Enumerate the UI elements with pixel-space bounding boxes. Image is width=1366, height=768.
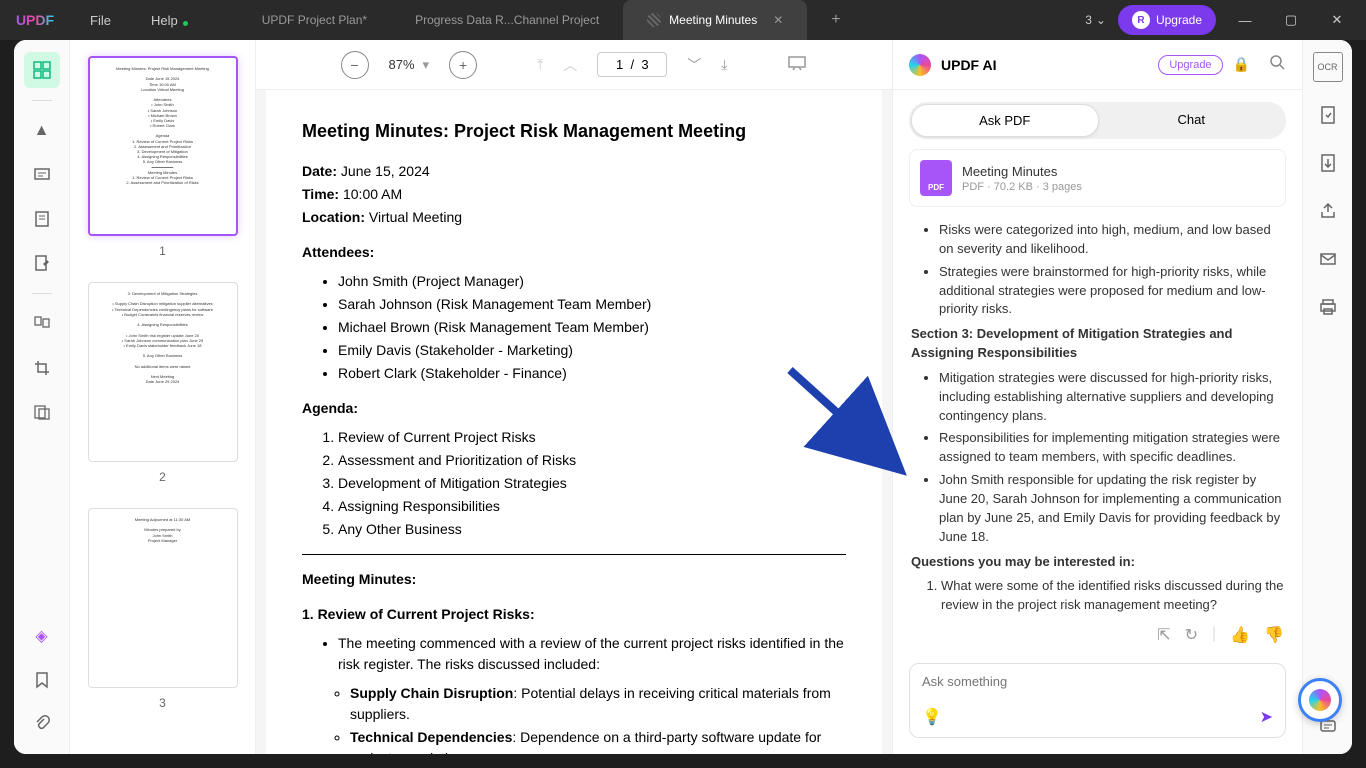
tab-icon [647, 13, 661, 27]
next-page-button[interactable]: ﹀ [687, 55, 701, 75]
menu-help[interactable]: Help [131, 13, 198, 28]
minimize-button[interactable]: — [1228, 3, 1262, 37]
document-area: − 87%▾ + ⤒ ︿ 1 / 3 ﹀ ⤓ Meeting Minutes: … [256, 40, 892, 754]
pdf-file-icon: PDF [920, 160, 952, 196]
workspace: ▲ ◈ Meeting Minutes: Project Risk Manage… [14, 40, 1352, 754]
attachment-icon[interactable] [24, 706, 60, 742]
thumb-number: 2 [80, 470, 245, 484]
document-content[interactable]: Meeting Minutes: Project Risk Management… [256, 90, 892, 754]
ocr-tool[interactable]: OCR [1313, 52, 1343, 82]
comment-tool[interactable] [24, 157, 60, 193]
menu-file[interactable]: File [70, 13, 131, 28]
thumbs-up-icon[interactable]: 👍 [1230, 625, 1250, 645]
close-tab-icon[interactable]: ✕ [773, 13, 783, 27]
page-1: Meeting Minutes: Project Risk Management… [266, 90, 882, 754]
presentation-button[interactable] [787, 55, 807, 74]
ai-response: Risks were categorized into high, medium… [893, 217, 1302, 615]
ai-fab-button[interactable] [1298, 678, 1342, 722]
share-tool[interactable] [1313, 196, 1343, 226]
send-button[interactable]: ➤ [1260, 707, 1273, 727]
layers-tool[interactable]: ◈ [24, 618, 60, 654]
thumbnail-3[interactable]: Meeting Adjourned at 11:30 AMMinutes pre… [80, 508, 245, 710]
email-tool[interactable] [1313, 244, 1343, 274]
lock-icon: 🔒 [1233, 56, 1250, 73]
thumb-number: 3 [80, 696, 245, 710]
zoom-out-button[interactable]: − [341, 51, 369, 79]
ai-logo-icon [909, 54, 931, 76]
ai-text-input[interactable] [922, 674, 1273, 689]
redact-tool[interactable] [24, 394, 60, 430]
chevron-down-icon: ⌄ [1096, 13, 1106, 27]
file-card: PDF Meeting Minutes PDF · 70.2 KB · 3 pa… [909, 149, 1286, 207]
ai-input-box: 💡 ➤ [909, 663, 1286, 738]
refresh-icon[interactable]: ↻ [1185, 625, 1198, 645]
document-tabs: UPDF Project Plan* Progress Data R...Cha… [238, 0, 1086, 40]
lightbulb-icon[interactable]: 💡 [922, 707, 942, 727]
bookmark-icon[interactable] [24, 662, 60, 698]
ai-upgrade-button[interactable]: Upgrade [1158, 55, 1222, 75]
ai-title: UPDF AI [941, 57, 1148, 73]
thumbnails-tool[interactable] [24, 52, 60, 88]
tab-ask-pdf[interactable]: Ask PDF [911, 104, 1099, 137]
thumbnail-1[interactable]: Meeting Minutes: Project Risk Management… [80, 56, 245, 258]
document-toolbar: − 87%▾ + ⤒ ︿ 1 / 3 ﹀ ⤓ [256, 40, 892, 90]
ai-panel: UPDF AI Upgrade 🔒 Ask PDF Chat PDF Meeti… [892, 40, 1302, 754]
crop-tool[interactable] [24, 350, 60, 386]
page-input[interactable]: 1 / 3 [597, 52, 667, 77]
suggested-question-1[interactable]: What were some of the identified risks d… [941, 577, 1284, 615]
tab-label: Meeting Minutes [669, 13, 757, 27]
organize-tool[interactable] [24, 306, 60, 342]
left-toolbar: ▲ ◈ [14, 40, 70, 754]
zoom-in-button[interactable]: + [449, 51, 477, 79]
edit-tool[interactable] [24, 245, 60, 281]
compress-tool[interactable] [1313, 148, 1343, 178]
thumbnail-panel: Meeting Minutes: Project Risk Management… [70, 40, 256, 754]
close-window-button[interactable]: ✕ [1320, 3, 1354, 37]
upgrade-button[interactable]: RUpgrade [1118, 5, 1216, 35]
doc-title: Meeting Minutes: Project Risk Management… [302, 118, 846, 145]
search-icon[interactable] [1268, 53, 1286, 76]
export-icon[interactable]: ⇱ [1157, 625, 1170, 645]
tab-meeting-minutes[interactable]: Meeting Minutes ✕ [623, 0, 807, 40]
first-page-button[interactable]: ⤒ [537, 56, 543, 73]
tab-project-plan[interactable]: UPDF Project Plan* [238, 0, 391, 40]
zoom-level[interactable]: 87%▾ [389, 57, 430, 73]
thumbnail-2[interactable]: 3. Development of Mitigation Strategies•… [80, 282, 245, 484]
file-meta: PDF · 70.2 KB · 3 pages [962, 181, 1082, 193]
tab-chat[interactable]: Chat [1099, 104, 1285, 137]
highlighter-tool[interactable]: ▲ [24, 113, 60, 149]
ai-actions: ⇱ ↻ | 👍 👎 [893, 615, 1302, 655]
thumbs-down-icon[interactable]: 👎 [1264, 625, 1284, 645]
titlebar: UPDF File Help UPDF Project Plan* Progre… [0, 0, 1366, 40]
file-name: Meeting Minutes [962, 164, 1082, 179]
thumb-number: 1 [80, 244, 245, 258]
bookmarks-tool[interactable] [24, 201, 60, 237]
last-page-button[interactable]: ⤓ [721, 56, 727, 73]
app-logo: UPDF [0, 12, 70, 28]
ai-tabs: Ask PDF Chat [909, 102, 1286, 139]
tab-count[interactable]: 3 ⌄ [1085, 13, 1106, 27]
convert-tool[interactable] [1313, 100, 1343, 130]
new-tab-button[interactable]: + [807, 0, 864, 40]
ai-header: UPDF AI Upgrade 🔒 [893, 40, 1302, 90]
right-toolbar: OCR [1302, 40, 1352, 754]
prev-page-button[interactable]: ︿ [563, 55, 577, 75]
print-tool[interactable] [1313, 292, 1343, 322]
maximize-button[interactable]: ▢ [1274, 3, 1308, 37]
tab-progress-data[interactable]: Progress Data R...Channel Project [391, 0, 623, 40]
